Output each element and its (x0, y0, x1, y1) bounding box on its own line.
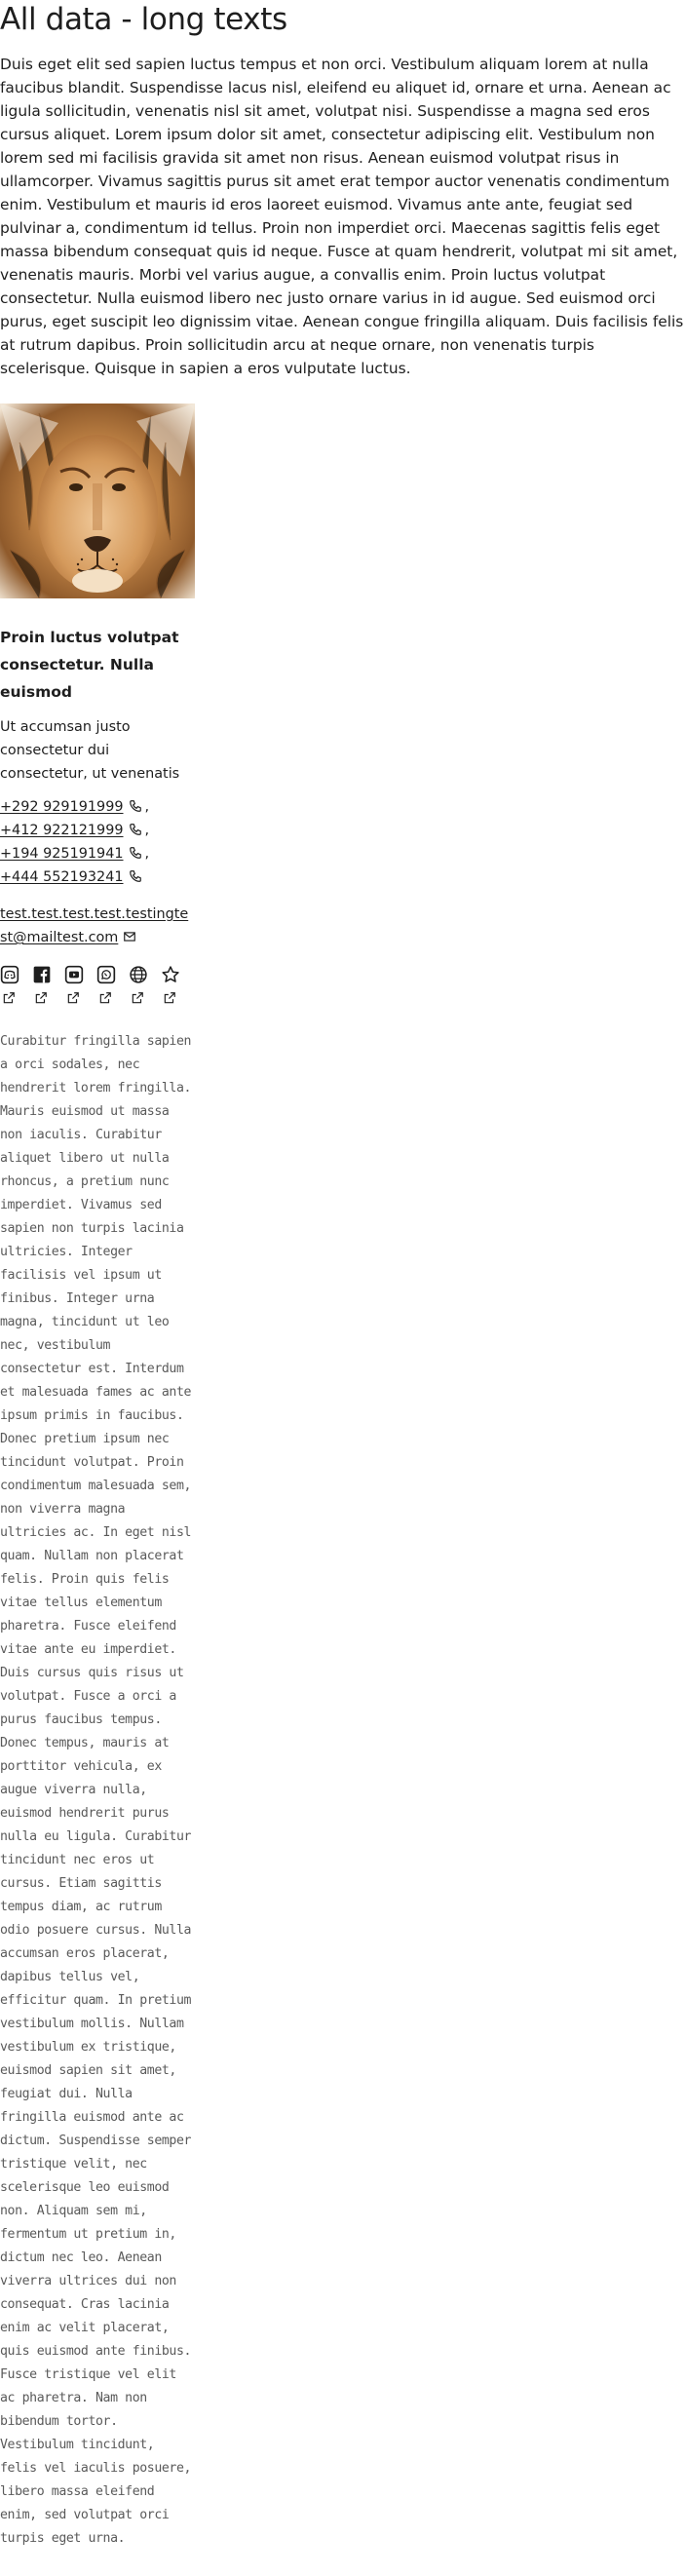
external-link-icon[interactable] (34, 991, 48, 1005)
card-description: Curabitur fringilla sapien a orci sodale… (0, 1034, 192, 2546)
social-link-favorite[interactable] (161, 965, 180, 1005)
facebook-icon[interactable] (32, 965, 52, 984)
external-link-icon[interactable] (163, 991, 176, 1005)
phone-link[interactable]: +194 925191941 (0, 846, 124, 862)
youtube-icon[interactable] (64, 965, 84, 984)
phone-link[interactable]: +292 929191999 (0, 799, 124, 815)
social-links (0, 965, 195, 1005)
mail-icon (124, 932, 136, 942)
phone-link[interactable]: +412 922121999 (0, 823, 124, 838)
external-link-icon[interactable] (2, 991, 16, 1005)
whatsapp-icon[interactable] (96, 965, 116, 984)
external-link-icon[interactable] (131, 991, 144, 1005)
phone-entry: +444 552193241 (0, 869, 142, 885)
phone-icon (129, 847, 141, 859)
email-row: test.test.test.test.testingtest@mailtest… (0, 903, 195, 949)
discord-icon[interactable] (0, 965, 19, 984)
card-title: Proin luctus volutpat consectetur. Nulla… (0, 629, 179, 701)
phone-separator: , (144, 846, 150, 862)
external-link-icon[interactable] (98, 991, 112, 1005)
phone-entry: +292 929191999 (0, 799, 142, 815)
phone-entry: +412 922121999 (0, 823, 142, 838)
card-subtitle: Ut accumsan justo consectetur dui consec… (0, 719, 180, 782)
social-link-facebook[interactable] (32, 965, 52, 1005)
social-link-whatsapp[interactable] (96, 965, 116, 1005)
social-link-youtube[interactable] (64, 965, 84, 1005)
intro-paragraph: Duis eget elit sed sapien luctus tempus … (0, 56, 684, 377)
page: All data - long texts Duis eget elit sed… (0, 0, 686, 2551)
social-link-website[interactable] (129, 965, 148, 1005)
phone-separator: , (144, 799, 150, 815)
phone-entry: +194 925191941 (0, 846, 142, 862)
globe-icon[interactable] (129, 965, 148, 984)
contact-card: Proin luctus volutpat consectetur. Nulla… (0, 404, 195, 2551)
social-link-discord[interactable] (0, 965, 19, 1005)
external-link-icon[interactable] (66, 991, 80, 1005)
page-title: All data - long texts (0, 2, 287, 37)
lion-photo (0, 404, 195, 598)
phone-link[interactable]: +444 552193241 (0, 869, 124, 885)
phone-icon (129, 870, 141, 882)
email-link[interactable]: test.test.test.test.testingtest@mailtest… (0, 906, 188, 945)
phone-list: +292 929191999, +412 922121999, +194 925… (0, 795, 195, 889)
phone-icon (129, 800, 141, 812)
star-icon[interactable] (161, 965, 180, 984)
phone-separator: , (144, 823, 150, 838)
phone-icon (129, 824, 141, 835)
